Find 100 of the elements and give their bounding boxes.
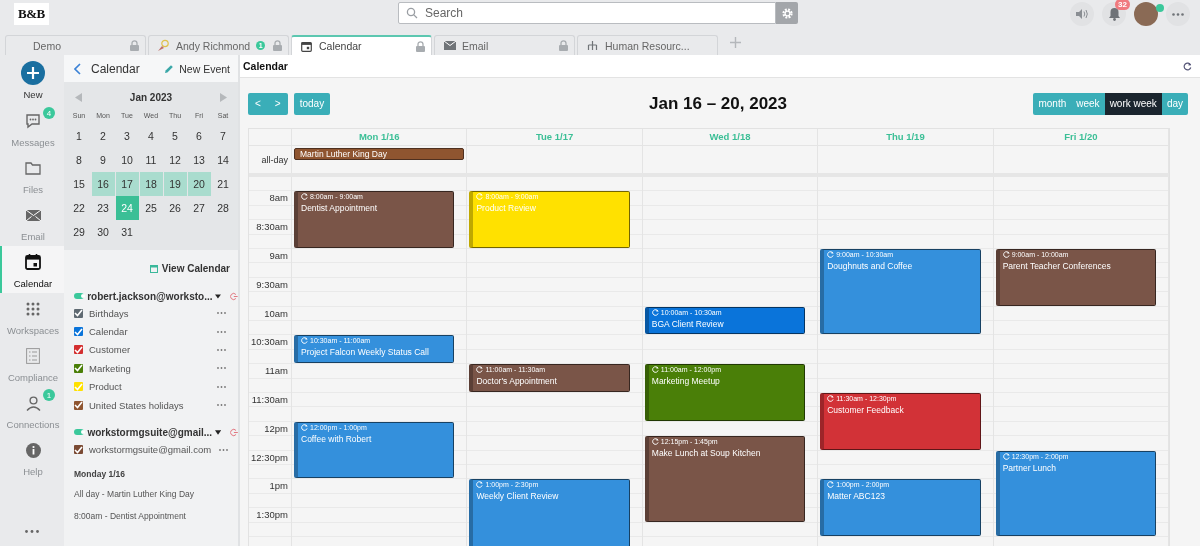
sign-out-icon[interactable] <box>230 427 238 437</box>
more-button[interactable] <box>215 402 228 409</box>
calendar-day[interactable]: 4 <box>139 124 163 148</box>
view-calendar-link[interactable]: View Calendar <box>149 263 230 274</box>
event-title: Customer Feedback <box>827 405 905 415</box>
checkbox[interactable] <box>74 400 83 410</box>
calendar-day[interactable]: 18 <box>139 172 163 196</box>
checkbox[interactable] <box>74 345 83 355</box>
all-day-event[interactable]: Martin Luther King Day <box>294 148 465 160</box>
recurring-icon <box>301 423 308 431</box>
event-title: Matter ABC123 <box>827 491 886 502</box>
calendar-day[interactable]: 7 <box>211 124 235 148</box>
calendar-name: workstormgsuite@gmail.com <box>89 444 212 456</box>
event-title: Partner Lunch <box>1002 462 1058 473</box>
calendar-day[interactable]: 19 <box>163 172 187 196</box>
notifications-button[interactable] <box>1102 2 1126 26</box>
more-button[interactable] <box>215 365 228 372</box>
calendar-day[interactable]: 28 <box>211 196 235 220</box>
tab[interactable]: Human Resourc... <box>577 35 718 55</box>
calendar-name: Marketing <box>89 362 131 374</box>
time-label: 1pm <box>269 480 288 492</box>
more-icon <box>217 367 226 370</box>
calendar-day[interactable]: 26 <box>163 196 187 220</box>
calendar-day[interactable]: 16 <box>91 172 115 196</box>
calendar-icon <box>25 254 41 270</box>
event-title: Dentist Appointment <box>301 203 379 214</box>
search-field[interactable]: Search <box>398 2 776 24</box>
time-label: 8am <box>269 192 288 204</box>
previous-month-button[interactable] <box>75 92 82 102</box>
calendar-day[interactable]: 8 <box>67 148 91 172</box>
calendar-day[interactable]: 5 <box>163 124 187 148</box>
calendar-day[interactable]: 14 <box>211 148 235 172</box>
more-button[interactable] <box>215 310 228 317</box>
tab[interactable]: Calendar <box>291 35 432 55</box>
calendar-day[interactable]: 17 <box>115 172 139 196</box>
avatar[interactable] <box>1134 2 1158 26</box>
more-button[interactable] <box>217 446 231 453</box>
day-header: Thu 1/19 <box>818 129 994 145</box>
calendar-day[interactable]: 12 <box>163 148 187 172</box>
info-icon <box>25 442 41 458</box>
tab[interactable]: Demo <box>5 35 146 55</box>
nav-item[interactable]: Calendar <box>0 246 64 293</box>
caret-icon[interactable] <box>215 293 222 299</box>
more-button[interactable] <box>215 328 228 335</box>
calendar-day[interactable]: 6 <box>187 124 211 148</box>
calendar-day[interactable]: 13 <box>187 148 211 172</box>
more-icon <box>217 348 226 351</box>
calendar-day[interactable]: 31 <box>115 220 139 244</box>
notification-badge: 32 <box>1115 0 1130 10</box>
more-button[interactable] <box>1166 2 1190 26</box>
refresh-button[interactable] <box>1183 61 1192 71</box>
checkbox[interactable] <box>74 445 83 455</box>
calendar-day[interactable]: 9 <box>91 148 115 172</box>
calendar-day[interactable]: 23 <box>91 196 115 220</box>
calendar-day[interactable]: 20 <box>187 172 211 196</box>
view-button[interactable]: work week <box>1104 92 1162 115</box>
agenda-item[interactable]: 8:00am - Dentist Appointment <box>74 510 228 521</box>
more-button[interactable] <box>215 346 228 353</box>
time-label: 12:30pm <box>251 451 288 463</box>
calendar-day[interactable]: 21 <box>211 172 235 196</box>
event-title: Doctor's Appointment <box>476 376 558 387</box>
gear-icon <box>780 6 794 20</box>
sign-out-icon[interactable] <box>230 291 238 301</box>
recurring-icon <box>651 438 659 446</box>
org-chart-icon <box>587 40 598 51</box>
calendar-day[interactable]: 3 <box>115 124 139 148</box>
more-button[interactable] <box>215 383 228 390</box>
calendar-day[interactable]: 25 <box>139 196 163 220</box>
calendar-day[interactable]: 15 <box>67 172 91 196</box>
volume-button[interactable] <box>1070 2 1094 26</box>
agenda-item[interactable]: All day - Martin Luther King Day <box>74 488 228 499</box>
settings-button[interactable] <box>776 2 798 24</box>
caret-icon[interactable] <box>215 429 222 435</box>
recurring-icon <box>651 366 659 374</box>
calendar-day[interactable]: 2 <box>91 124 115 148</box>
checkbox[interactable] <box>74 363 83 373</box>
logo: B&B <box>14 3 49 25</box>
recurring-icon <box>476 481 484 489</box>
calendar-day[interactable]: 1 <box>67 124 91 148</box>
event-title: Doughnuts and Coffee <box>827 261 914 271</box>
next-month-button[interactable] <box>220 92 227 102</box>
checkbox[interactable] <box>74 327 83 337</box>
toggle-switch[interactable] <box>74 429 85 436</box>
account-name: workstormgsuite@gmail... <box>87 426 213 438</box>
calendar-day[interactable]: 30 <box>91 220 115 244</box>
checkbox[interactable] <box>74 382 83 392</box>
recurring-icon <box>476 193 484 201</box>
calendar-day[interactable]: 29 <box>67 220 91 244</box>
event-title: BGA Client Review <box>651 318 725 329</box>
recurring-icon <box>827 481 835 489</box>
toggle-switch[interactable] <box>74 293 85 299</box>
new-event-button[interactable]: New Event <box>164 62 230 75</box>
checkbox[interactable] <box>74 308 83 318</box>
tab[interactable]: Email <box>434 35 575 55</box>
calendar-day[interactable]: 10 <box>115 148 139 172</box>
plus-icon <box>21 60 45 85</box>
calendar-day[interactable]: 11 <box>139 148 163 172</box>
calendar-day[interactable]: 22 <box>67 196 91 220</box>
calendar-day[interactable]: 27 <box>187 196 211 220</box>
nav-item[interactable]: New <box>0 55 64 105</box>
